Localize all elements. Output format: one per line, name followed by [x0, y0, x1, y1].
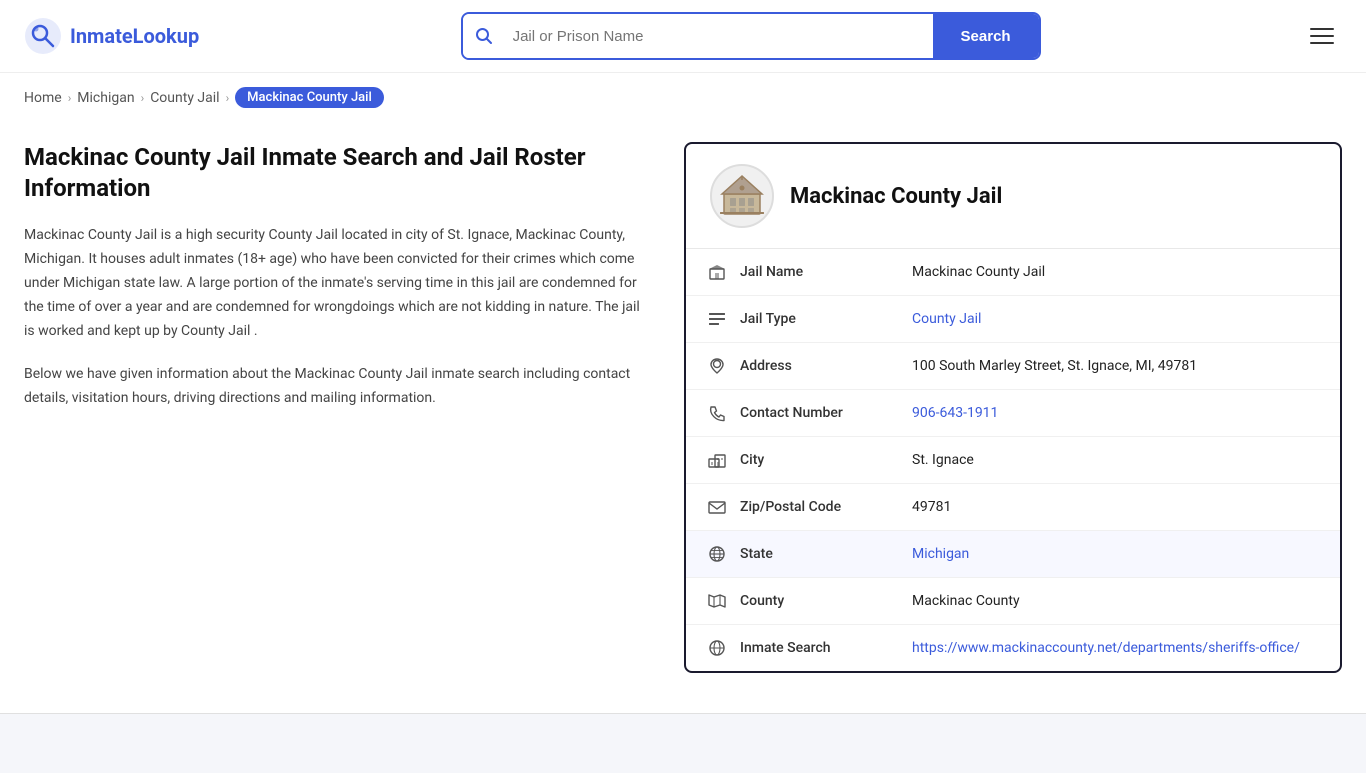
breadcrumb-home[interactable]: Home [24, 90, 62, 106]
breadcrumb-chevron-2: › [141, 91, 145, 105]
row-zip: Zip/Postal Code 49781 [686, 484, 1340, 531]
row-jail-type: Jail Type County Jail [686, 296, 1340, 343]
breadcrumb-current: Mackinac County Jail [235, 87, 384, 108]
card-header: Mackinac County Jail [686, 144, 1340, 249]
logo-text: InmateLookup [70, 24, 199, 48]
right-column: Mackinac County Jail Jail Name Mackinac … [684, 142, 1342, 673]
phone-row-icon [706, 404, 728, 422]
breadcrumb-chevron-1: › [68, 91, 72, 105]
map-row-icon [706, 592, 728, 610]
hamburger-line-3 [1310, 42, 1334, 44]
building-icon [716, 170, 768, 222]
card-title: Mackinac County Jail [790, 184, 1002, 209]
breadcrumb-michigan[interactable]: Michigan [77, 90, 134, 106]
search-input[interactable] [505, 18, 933, 55]
jail-name-value: Mackinac County Jail [912, 264, 1320, 280]
county-label: County [740, 593, 900, 609]
left-column: Mackinac County Jail Inmate Search and J… [24, 142, 684, 673]
search-button[interactable]: Search [933, 14, 1039, 58]
mail-row-icon [706, 498, 728, 516]
contact-link[interactable]: 906-643-1911 [912, 405, 998, 421]
info-card: Mackinac County Jail Jail Name Mackinac … [684, 142, 1342, 673]
jail-type-value: County Jail [912, 311, 1320, 327]
row-jail-name: Jail Name Mackinac County Jail [686, 249, 1340, 296]
jail-avatar [710, 164, 774, 228]
state-value: Michigan [912, 546, 1320, 562]
logo-suffix: Lookup [133, 24, 200, 48]
city-value: St. Ignace [912, 452, 1320, 468]
page-description-1: Mackinac County Jail is a high security … [24, 224, 644, 343]
row-state: State Michigan [686, 531, 1340, 578]
row-contact: Contact Number 906-643-1911 [686, 390, 1340, 437]
zip-value: 49781 [912, 499, 1320, 515]
breadcrumb-county-jail[interactable]: County Jail [150, 90, 219, 106]
breadcrumb: Home › Michigan › County Jail › Mackinac… [0, 73, 1366, 122]
page-description-2: Below we have given information about th… [24, 363, 644, 411]
county-value: Mackinac County [912, 593, 1320, 609]
zip-label: Zip/Postal Code [740, 499, 900, 515]
pin-row-icon [706, 357, 728, 375]
inmate-search-link[interactable]: https://www.mackinaccounty.net/departmen… [912, 640, 1300, 656]
search-icon-wrap [463, 14, 505, 58]
jail-type-label: Jail Type [740, 311, 900, 327]
city-label: City [740, 452, 900, 468]
address-label: Address [740, 358, 900, 374]
footer-bar [0, 713, 1366, 773]
inmate-search-label: Inmate Search [740, 640, 900, 656]
globe2-row-icon [706, 639, 728, 657]
header: InmateLookup Search [0, 0, 1366, 73]
jail-type-link[interactable]: County Jail [912, 311, 981, 327]
page-title: Mackinac County Jail Inmate Search and J… [24, 142, 644, 204]
row-inmate-search: Inmate Search https://www.mackinaccounty… [686, 625, 1340, 671]
logo-link[interactable]: InmateLookup [24, 17, 199, 55]
city-row-icon [706, 451, 728, 469]
search-icon [475, 27, 493, 45]
row-address: Address 100 South Marley Street, St. Ign… [686, 343, 1340, 390]
jail-name-label: Jail Name [740, 264, 900, 280]
menu-button[interactable] [1302, 20, 1342, 52]
address-value: 100 South Marley Street, St. Ignace, MI,… [912, 358, 1320, 374]
contact-value: 906-643-1911 [912, 405, 1320, 421]
row-county: County Mackinac County [686, 578, 1340, 625]
info-table: Jail Name Mackinac County Jail Jail Type… [686, 249, 1340, 671]
search-area: Search [461, 12, 1041, 60]
list-row-icon [706, 310, 728, 328]
hamburger-line-1 [1310, 28, 1334, 30]
building-row-icon [706, 263, 728, 281]
row-city: City St. Ignace [686, 437, 1340, 484]
main-content: Mackinac County Jail Inmate Search and J… [0, 122, 1366, 713]
globe-row-icon [706, 545, 728, 563]
logo-prefix: Inmate [70, 24, 133, 48]
logo-icon [24, 17, 62, 55]
state-link[interactable]: Michigan [912, 546, 969, 562]
inmate-search-value: https://www.mackinaccounty.net/departmen… [912, 640, 1320, 656]
hamburger-line-2 [1310, 35, 1334, 37]
state-label: State [740, 546, 900, 562]
contact-label: Contact Number [740, 405, 900, 421]
search-wrapper: Search [461, 12, 1041, 60]
breadcrumb-chevron-3: › [226, 91, 230, 105]
